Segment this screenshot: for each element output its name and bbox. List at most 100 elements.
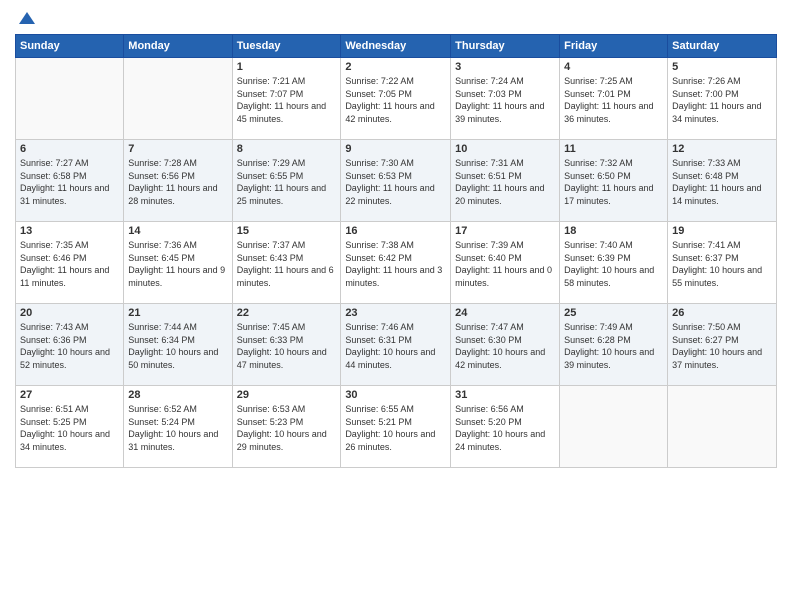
cell-info: Sunrise: 7:28 AM Sunset: 6:56 PM Dayligh… xyxy=(128,157,227,207)
day-number: 1 xyxy=(237,61,337,73)
cell-info: Sunrise: 7:36 AM Sunset: 6:45 PM Dayligh… xyxy=(128,239,227,289)
day-number: 20 xyxy=(20,307,119,319)
day-number: 6 xyxy=(20,143,119,155)
calendar-cell: 26 Sunrise: 7:50 AM Sunset: 6:27 PM Dayli… xyxy=(668,304,777,386)
cell-info: Sunrise: 7:25 AM Sunset: 7:01 PM Dayligh… xyxy=(564,75,663,125)
day-number: 29 xyxy=(237,389,337,401)
calendar-cell: 21 Sunrise: 7:44 AM Sunset: 6:34 PM Dayli… xyxy=(124,304,232,386)
calendar-cell: 6 Sunrise: 7:27 AM Sunset: 6:58 PM Daylig… xyxy=(16,140,124,222)
day-number: 23 xyxy=(345,307,446,319)
day-number: 2 xyxy=(345,61,446,73)
day-number: 14 xyxy=(128,225,227,237)
cell-info: Sunrise: 7:44 AM Sunset: 6:34 PM Dayligh… xyxy=(128,321,227,371)
cell-info: Sunrise: 7:40 AM Sunset: 6:39 PM Dayligh… xyxy=(564,239,663,289)
day-number: 30 xyxy=(345,389,446,401)
week-row-2: 6 Sunrise: 7:27 AM Sunset: 6:58 PM Daylig… xyxy=(16,140,777,222)
week-row-4: 20Sunrise: 7:43 AM Sunset: 6:36 PM Dayli… xyxy=(16,304,777,386)
cell-info: Sunrise: 6:56 AM Sunset: 5:20 PM Dayligh… xyxy=(455,403,555,453)
day-number: 8 xyxy=(237,143,337,155)
cell-info: Sunrise: 7:38 AM Sunset: 6:42 PM Dayligh… xyxy=(345,239,446,289)
cell-info: Sunrise: 7:46 AM Sunset: 6:31 PM Dayligh… xyxy=(345,321,446,371)
day-number: 24 xyxy=(455,307,555,319)
day-number: 12 xyxy=(672,143,772,155)
cell-info: Sunrise: 6:51 AM Sunset: 5:25 PM Dayligh… xyxy=(20,403,119,453)
cell-info: Sunrise: 7:49 AM Sunset: 6:28 PM Dayligh… xyxy=(564,321,663,371)
calendar-cell: 17 Sunrise: 7:39 AM Sunset: 6:40 PM Dayli… xyxy=(451,222,560,304)
day-number: 31 xyxy=(455,389,555,401)
calendar-cell: 19Sunrise: 7:41 AM Sunset: 6:37 PM Dayli… xyxy=(668,222,777,304)
day-number: 11 xyxy=(564,143,663,155)
logo-icon xyxy=(17,10,37,30)
week-row-5: 27 Sunrise: 6:51 AM Sunset: 5:25 PM Dayli… xyxy=(16,386,777,468)
day-number: 18 xyxy=(564,225,663,237)
day-number: 7 xyxy=(128,143,227,155)
cell-info: Sunrise: 7:30 AM Sunset: 6:53 PM Dayligh… xyxy=(345,157,446,207)
day-number: 22 xyxy=(237,307,337,319)
day-number: 16 xyxy=(345,225,446,237)
calendar-cell: 9 Sunrise: 7:30 AM Sunset: 6:53 PM Daylig… xyxy=(341,140,451,222)
calendar-cell xyxy=(560,386,668,468)
day-number: 4 xyxy=(564,61,663,73)
week-row-1: 1 Sunrise: 7:21 AM Sunset: 7:07 PM Daylig… xyxy=(16,58,777,140)
cell-info: Sunrise: 7:24 AM Sunset: 7:03 PM Dayligh… xyxy=(455,75,555,125)
calendar-cell: 10 Sunrise: 7:31 AM Sunset: 6:51 PM Dayli… xyxy=(451,140,560,222)
day-number: 10 xyxy=(455,143,555,155)
week-row-3: 13 Sunrise: 7:35 AM Sunset: 6:46 PM Dayli… xyxy=(16,222,777,304)
cell-info: Sunrise: 7:45 AM Sunset: 6:33 PM Dayligh… xyxy=(237,321,337,371)
calendar-cell: 27 Sunrise: 6:51 AM Sunset: 5:25 PM Dayli… xyxy=(16,386,124,468)
day-number: 5 xyxy=(672,61,772,73)
calendar-cell: 15 Sunrise: 7:37 AM Sunset: 6:43 PM Dayli… xyxy=(232,222,341,304)
calendar-cell: 30 Sunrise: 6:55 AM Sunset: 5:21 PM Dayli… xyxy=(341,386,451,468)
calendar-cell: 2 Sunrise: 7:22 AM Sunset: 7:05 PM Daylig… xyxy=(341,58,451,140)
calendar-cell: 16 Sunrise: 7:38 AM Sunset: 6:42 PM Dayli… xyxy=(341,222,451,304)
weekday-header-saturday: Saturday xyxy=(668,35,777,58)
weekday-header-row: SundayMondayTuesdayWednesdayThursdayFrid… xyxy=(16,35,777,58)
cell-info: Sunrise: 7:47 AM Sunset: 6:30 PM Dayligh… xyxy=(455,321,555,371)
cell-info: Sunrise: 7:31 AM Sunset: 6:51 PM Dayligh… xyxy=(455,157,555,207)
calendar-cell xyxy=(16,58,124,140)
weekday-header-wednesday: Wednesday xyxy=(341,35,451,58)
day-number: 9 xyxy=(345,143,446,155)
calendar-cell: 12 Sunrise: 7:33 AM Sunset: 6:48 PM Dayli… xyxy=(668,140,777,222)
day-number: 15 xyxy=(237,225,337,237)
calendar-cell: 5 Sunrise: 7:26 AM Sunset: 7:00 PM Daylig… xyxy=(668,58,777,140)
calendar-container: SundayMondayTuesdayWednesdayThursdayFrid… xyxy=(0,0,792,612)
day-number: 28 xyxy=(128,389,227,401)
cell-info: Sunrise: 7:50 AM Sunset: 6:27 PM Dayligh… xyxy=(672,321,772,371)
calendar-cell: 24 Sunrise: 7:47 AM Sunset: 6:30 PM Dayli… xyxy=(451,304,560,386)
calendar-cell: 28Sunrise: 6:52 AM Sunset: 5:24 PM Dayli… xyxy=(124,386,232,468)
calendar-cell: 31 Sunrise: 6:56 AM Sunset: 5:20 PM Dayli… xyxy=(451,386,560,468)
cell-info: Sunrise: 7:33 AM Sunset: 6:48 PM Dayligh… xyxy=(672,157,772,207)
calendar-cell: 11 Sunrise: 7:32 AM Sunset: 6:50 PM Dayli… xyxy=(560,140,668,222)
calendar-cell: 13 Sunrise: 7:35 AM Sunset: 6:46 PM Dayli… xyxy=(16,222,124,304)
day-number: 27 xyxy=(20,389,119,401)
cell-info: Sunrise: 6:53 AM Sunset: 5:23 PM Dayligh… xyxy=(237,403,337,453)
day-number: 25 xyxy=(564,307,663,319)
day-number: 26 xyxy=(672,307,772,319)
calendar-cell: 29 Sunrise: 6:53 AM Sunset: 5:23 PM Dayli… xyxy=(232,386,341,468)
logo xyxy=(15,10,37,26)
cell-info: Sunrise: 7:32 AM Sunset: 6:50 PM Dayligh… xyxy=(564,157,663,207)
day-number: 17 xyxy=(455,225,555,237)
cell-info: Sunrise: 6:55 AM Sunset: 5:21 PM Dayligh… xyxy=(345,403,446,453)
cell-info: Sunrise: 7:26 AM Sunset: 7:00 PM Dayligh… xyxy=(672,75,772,125)
cell-info: Sunrise: 7:21 AM Sunset: 7:07 PM Dayligh… xyxy=(237,75,337,125)
header xyxy=(15,10,777,26)
day-number: 21 xyxy=(128,307,227,319)
calendar-cell: 8Sunrise: 7:29 AM Sunset: 6:55 PM Daylig… xyxy=(232,140,341,222)
cell-info: Sunrise: 7:35 AM Sunset: 6:46 PM Dayligh… xyxy=(20,239,119,289)
calendar-table: SundayMondayTuesdayWednesdayThursdayFrid… xyxy=(15,34,777,468)
cell-info: Sunrise: 7:39 AM Sunset: 6:40 PM Dayligh… xyxy=(455,239,555,289)
calendar-cell: 18 Sunrise: 7:40 AM Sunset: 6:39 PM Dayli… xyxy=(560,222,668,304)
calendar-cell: 25 Sunrise: 7:49 AM Sunset: 6:28 PM Dayli… xyxy=(560,304,668,386)
calendar-cell: 22 Sunrise: 7:45 AM Sunset: 6:33 PM Dayli… xyxy=(232,304,341,386)
calendar-cell xyxy=(124,58,232,140)
cell-info: Sunrise: 7:41 AM Sunset: 6:37 PM Dayligh… xyxy=(672,239,772,289)
day-number: 13 xyxy=(20,225,119,237)
day-number: 3 xyxy=(455,61,555,73)
calendar-cell xyxy=(668,386,777,468)
weekday-header-sunday: Sunday xyxy=(16,35,124,58)
cell-info: Sunrise: 7:27 AM Sunset: 6:58 PM Dayligh… xyxy=(20,157,119,207)
cell-info: Sunrise: 7:22 AM Sunset: 7:05 PM Dayligh… xyxy=(345,75,446,125)
cell-info: Sunrise: 7:37 AM Sunset: 6:43 PM Dayligh… xyxy=(237,239,337,289)
